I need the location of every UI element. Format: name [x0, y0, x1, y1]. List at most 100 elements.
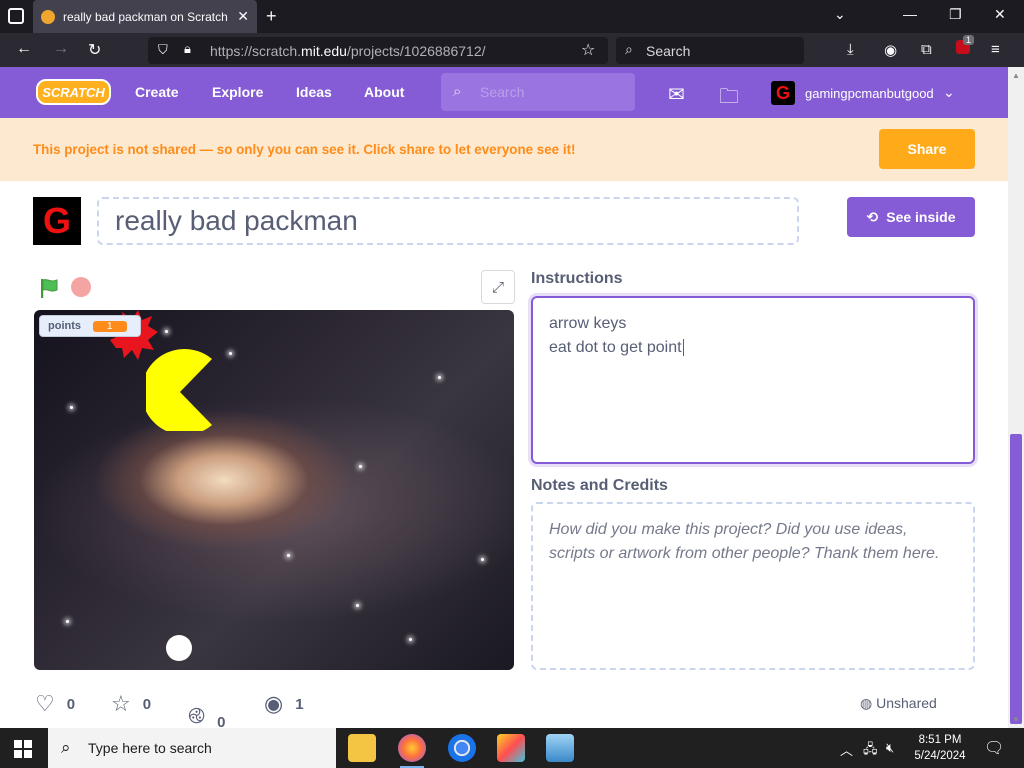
nav-explore[interactable]: Explore [212, 84, 263, 100]
notes-heading: Notes and Credits [531, 477, 668, 494]
variable-monitor[interactable]: points 1 [39, 315, 141, 337]
scratch-search-placeholder: Search [480, 84, 525, 100]
minimize-icon[interactable]: — [903, 6, 917, 22]
extensions-icon[interactable]: ⧉ [921, 41, 932, 58]
notes-textarea[interactable]: How did you make this project? Did you u… [531, 502, 975, 670]
green-flag-icon[interactable] [38, 277, 60, 299]
lock-icon[interactable]: 🔒︎ [184, 41, 191, 57]
list-all-tabs-icon[interactable] [8, 8, 24, 24]
project-title-input[interactable]: really bad packman [97, 197, 799, 245]
url-bar[interactable]: ⛉ 🔒︎ https://scratch. mit.edu/projects/10… [148, 37, 608, 64]
star [438, 376, 441, 379]
chevron-down-icon[interactable]: ⌄ [943, 84, 955, 101]
maximize-icon[interactable]: ❐ [949, 6, 962, 23]
search-icon: ⌕ [61, 738, 71, 757]
app-icon[interactable] [546, 734, 574, 762]
nav-create[interactable]: Create [135, 84, 179, 100]
url-domain: mit.edu [301, 42, 347, 59]
variable-value: 1 [93, 320, 127, 332]
clock-date: 5/24/2024 [914, 750, 966, 762]
star [70, 406, 73, 409]
clock-time: 8:51 PM [918, 734, 962, 746]
user-avatar[interactable]: G [771, 81, 795, 105]
scrollbar-thumb[interactable] [1010, 434, 1022, 724]
pacman-sprite [146, 349, 212, 431]
my-stuff-folder-icon[interactable]: 🗀 [719, 82, 739, 116]
star [66, 620, 69, 623]
fullscreen-icon[interactable]: ⤢ [481, 270, 515, 304]
close-window-icon[interactable]: ✕ [994, 6, 1006, 23]
project-stage[interactable]: points 1 [34, 310, 514, 670]
shield-icon[interactable]: ⛉ [158, 42, 168, 58]
chromium-icon[interactable] [448, 734, 476, 762]
menu-icon[interactable]: ≡ [991, 41, 1000, 58]
browser-search-input[interactable]: ⌕ Search [616, 37, 804, 64]
love-count[interactable]: ♡ 0 [35, 691, 75, 717]
tab-overflow-chevron-icon[interactable]: ⌄ [834, 6, 846, 23]
close-tab-icon[interactable]: ✕ [237, 8, 249, 25]
network-icon[interactable]: 🖧︎ [863, 740, 878, 762]
reload-icon[interactable]: ↻ [88, 40, 101, 60]
nav-about[interactable]: About [364, 84, 404, 100]
firefox-icon[interactable] [398, 734, 426, 768]
browser-search-placeholder: Search [646, 42, 691, 59]
extension-badge: 1 [963, 35, 975, 45]
username[interactable]: gamingpcmanbutgood [805, 86, 934, 101]
favorite-count[interactable]: ☆ 0 [111, 691, 151, 717]
project-author-avatar[interactable]: G [33, 197, 81, 245]
taskbar-search-input[interactable]: ⌕ Type here to search [48, 728, 336, 768]
see-inside-button[interactable]: ⟲ See inside [847, 197, 975, 237]
remix-icon: ⟲ [866, 208, 879, 225]
share-button[interactable]: Share [879, 129, 975, 169]
nav-ideas[interactable]: Ideas [296, 84, 332, 100]
taskbar-search-placeholder: Type here to search [88, 740, 212, 756]
scroll-up-icon[interactable]: ▲ [1012, 71, 1020, 80]
browser-tab-bar: really bad packman on Scratch ✕ + ⌄ — ❐ … [0, 0, 1024, 33]
browser-tab[interactable]: really bad packman on Scratch ✕ [33, 0, 257, 33]
star [229, 352, 232, 355]
url-prefix: https://scratch. [210, 42, 302, 59]
see-inside-label: See inside [886, 209, 956, 225]
page-scrollbar[interactable]: ▲ ▼ [1008, 67, 1024, 728]
star [287, 554, 290, 557]
instructions-textarea[interactable]: arrow keys eat dot to get point [531, 296, 975, 464]
favorite-count-value: 0 [142, 695, 152, 713]
paint-icon[interactable] [497, 734, 525, 762]
notifications-icon[interactable]: 🗨︎ [984, 738, 1004, 758]
scroll-down-icon[interactable]: ▼ [1012, 715, 1020, 724]
view-count-value: 1 [295, 695, 304, 713]
star [409, 638, 412, 641]
search-icon: ⌕ [453, 83, 462, 100]
volume-muted-icon[interactable]: 🔇︎ [886, 740, 894, 756]
downloads-icon[interactable]: ⤓ [847, 41, 854, 58]
tray-expand-icon[interactable]: ︿ [840, 740, 853, 759]
windows-taskbar: ⌕ Type here to search ︿ 🖧︎ 🔇︎ 8:51 PM 5/… [0, 728, 1024, 768]
back-icon[interactable]: ← [16, 40, 32, 58]
account-icon[interactable]: ◉ [884, 41, 897, 59]
scratch-nav: SCRATCH Create Explore Ideas About ⌕ Sea… [0, 67, 1008, 118]
scratch-logo[interactable]: SCRATCH [36, 79, 111, 105]
url-path: /projects/1026886712/ [346, 42, 486, 59]
browser-nav-bar: ← → ↻ ⛉ 🔒︎ https://scratch. mit.edu/proje… [0, 33, 1024, 67]
view-count: ◉ 1 [264, 691, 304, 717]
star [165, 330, 168, 333]
share-status: ◍ Unshared [860, 695, 937, 712]
banner-text: This project is not shared — so only you… [33, 142, 576, 157]
messages-icon[interactable]: ✉ [668, 82, 685, 107]
stop-icon[interactable] [71, 277, 91, 297]
eye-icon: ◉ [264, 691, 284, 716]
forward-icon[interactable]: → [53, 40, 69, 58]
file-explorer-icon[interactable] [348, 734, 376, 762]
scratch-favicon-icon [41, 9, 55, 24]
taskbar-clock[interactable]: 8:51 PM 5/24/2024 [900, 732, 980, 764]
instructions-line: eat dot to get point [549, 339, 684, 356]
star [356, 604, 359, 607]
windows-start-icon[interactable] [14, 740, 32, 758]
globe-icon: ◍ [860, 695, 873, 711]
pellet-sprite [166, 635, 192, 661]
star-icon: ☆ [111, 691, 131, 716]
instructions-line: arrow keys [549, 315, 627, 332]
bookmark-star-icon[interactable]: ☆ [581, 40, 595, 60]
scratch-search-input[interactable]: ⌕ Search [441, 73, 635, 111]
new-tab-icon[interactable]: + [266, 6, 277, 27]
